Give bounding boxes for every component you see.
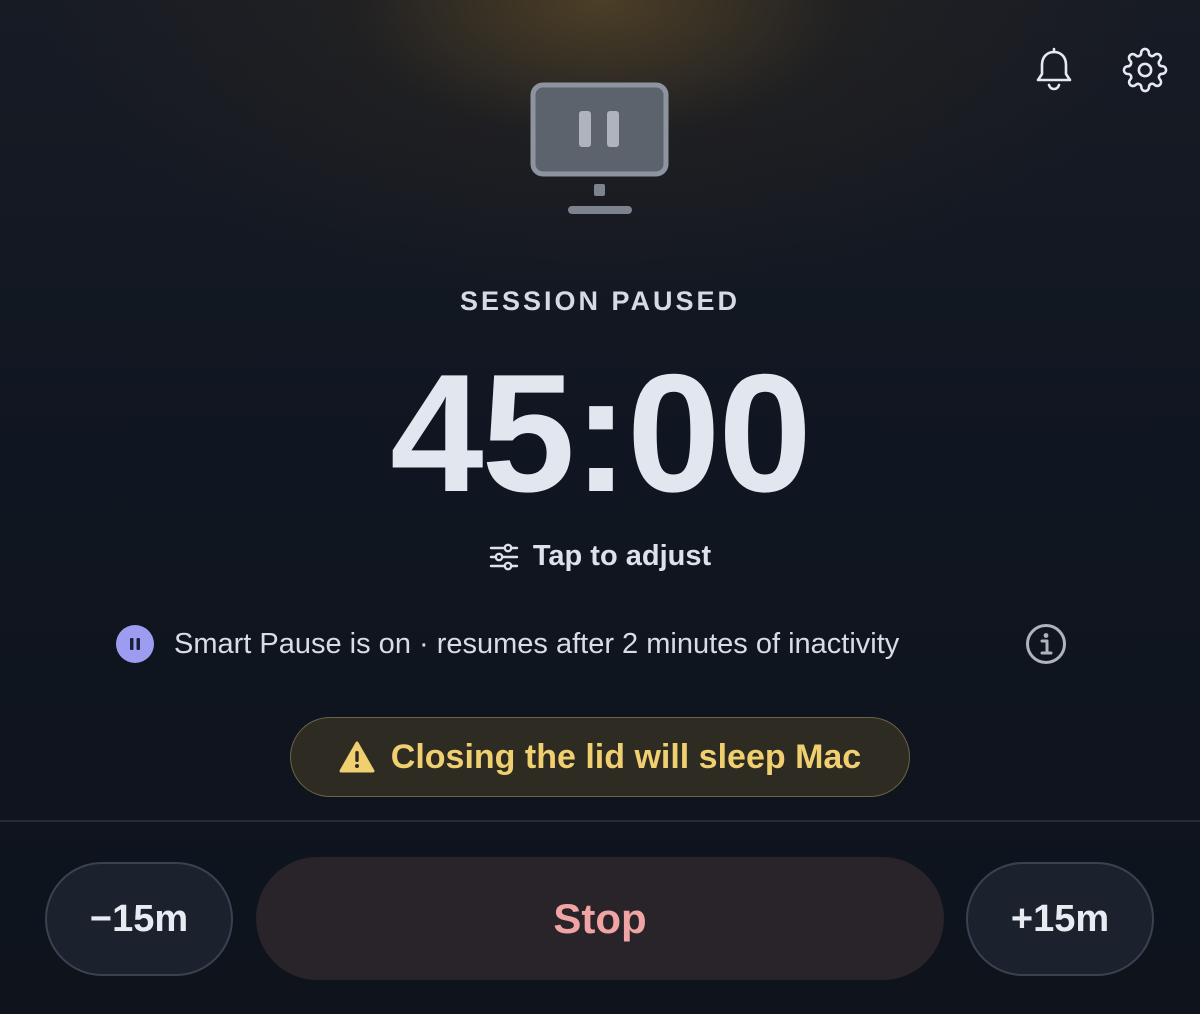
- pause-circle-icon: [116, 625, 154, 663]
- divider: [0, 820, 1200, 822]
- warning-triangle-icon: [339, 741, 375, 773]
- bell-icon[interactable]: [1030, 46, 1078, 94]
- info-icon[interactable]: [1024, 622, 1068, 666]
- smart-pause-row: Smart Pause is on · resumes after 2 minu…: [116, 622, 1076, 666]
- adjust-button[interactable]: Tap to adjust: [0, 540, 1200, 573]
- warning-text: Closing the lid will sleep Mac: [390, 737, 862, 776]
- sliders-icon: [489, 543, 519, 570]
- monitor-paused-icon: [529, 80, 671, 220]
- lid-warning-banner: Closing the lid will sleep Mac: [290, 717, 910, 797]
- session-status: SESSION PAUSED: [459, 286, 741, 316]
- smart-pause-text: Smart Pause is on · resumes after 2 minu…: [174, 627, 900, 660]
- gear-icon[interactable]: [1121, 46, 1169, 94]
- minus-15m-button[interactable]: −15m: [45, 862, 233, 976]
- stop-button[interactable]: Stop: [256, 857, 944, 980]
- plus-15m-button[interactable]: +15m: [966, 862, 1154, 976]
- adjust-label: Tap to adjust: [532, 540, 712, 572]
- timer-display[interactable]: 45:00: [0, 348, 1200, 518]
